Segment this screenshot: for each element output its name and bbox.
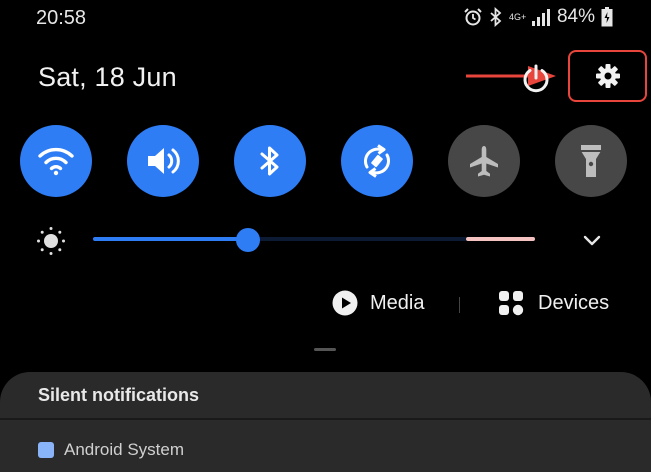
alarm-icon: [464, 8, 482, 26]
volume-icon: [148, 148, 180, 174]
wifi-tile[interactable]: [20, 125, 92, 197]
status-icons: 4G+ 84%: [463, 6, 613, 28]
bluetooth-status-icon: [490, 7, 502, 27]
auto-rotate-icon: [364, 144, 390, 178]
power-button[interactable]: [520, 63, 552, 95]
settings-button[interactable]: [568, 50, 647, 102]
signal-icon: [531, 9, 550, 26]
devices-label: Devices: [538, 291, 610, 314]
brightness-icon: [37, 227, 65, 255]
auto-rotate-tile[interactable]: [341, 125, 413, 197]
devices-icon: [499, 291, 524, 316]
gear-icon: [595, 64, 620, 88]
battery-percent: 84%: [556, 6, 595, 27]
brightness-slider[interactable]: [93, 228, 535, 252]
brightness-track-filled: [93, 237, 248, 241]
notification-item[interactable]: Android System: [38, 440, 184, 460]
chevron-down-icon[interactable]: [580, 230, 604, 250]
media-label: Media: [370, 291, 425, 314]
flashlight-icon: [581, 145, 601, 177]
sound-tile[interactable]: [127, 125, 199, 197]
brightness-track-empty: [248, 237, 466, 241]
media-button[interactable]: Media: [332, 290, 424, 316]
silent-notifications-title: Silent notifications: [38, 385, 200, 405]
brightness-track-end: [466, 237, 535, 241]
play-icon: [332, 290, 358, 316]
notification-app-label: Android System: [64, 440, 184, 459]
battery-icon: [601, 7, 613, 27]
status-time: 20:58: [36, 7, 87, 29]
quick-settings-tiles: [20, 125, 632, 197]
date-label: Sat, 18 Jun: [38, 62, 177, 92]
bluetooth-tile[interactable]: [234, 125, 306, 197]
network-type: 4G+: [508, 11, 527, 22]
brightness-thumb[interactable]: [236, 228, 260, 252]
airplane-mode-tile[interactable]: [448, 125, 520, 197]
controls-divider: [459, 297, 460, 313]
wifi-icon: [38, 147, 74, 176]
app-icon: [38, 442, 54, 458]
notification-separator: [0, 418, 651, 420]
power-icon: [523, 64, 549, 93]
devices-button[interactable]: Devices: [498, 290, 609, 316]
airplane-icon: [470, 146, 498, 177]
bluetooth-icon: [260, 146, 279, 176]
flashlight-tile[interactable]: [555, 125, 627, 197]
panel-drag-handle[interactable]: [314, 348, 336, 351]
